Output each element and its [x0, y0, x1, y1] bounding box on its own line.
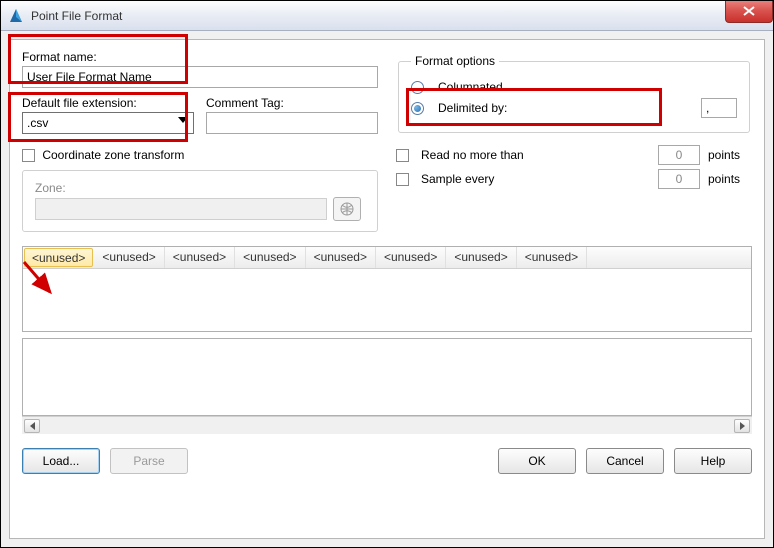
delimiter-input[interactable] — [701, 98, 737, 118]
coord-zone-label: Coordinate zone transform — [42, 148, 184, 162]
coord-zone-check-row: Coordinate zone transform — [22, 148, 378, 162]
dialog-window: Point File Format Format name: Default f… — [0, 0, 774, 548]
column-header[interactable]: <unused> — [376, 247, 446, 268]
columnated-row: Columnated — [411, 80, 737, 94]
scroll-left-button[interactable] — [24, 419, 40, 433]
zone-browse-button — [333, 197, 361, 221]
cancel-button[interactable]: Cancel — [586, 448, 664, 474]
column-header[interactable]: <unused> — [446, 247, 516, 268]
read-no-more-row: Read no more than points — [396, 145, 752, 165]
load-button[interactable]: Load... — [22, 448, 100, 474]
titlebar[interactable]: Point File Format — [1, 1, 773, 31]
format-name-input[interactable] — [22, 66, 378, 88]
zone-fieldset: Zone: — [22, 170, 378, 232]
delimited-row: Delimited by: — [411, 98, 737, 118]
window-title: Point File Format — [31, 9, 725, 23]
comment-tag-input[interactable] — [206, 112, 378, 134]
points-label-2: points — [708, 172, 752, 186]
format-options-legend: Format options — [411, 54, 499, 68]
sample-every-checkbox[interactable] — [396, 173, 409, 186]
sample-every-label: Sample every — [421, 172, 494, 186]
close-icon — [743, 6, 755, 16]
globe-icon — [340, 202, 354, 216]
comment-tag-label: Comment Tag: — [206, 96, 378, 110]
default-ext-label: Default file extension: — [22, 96, 194, 110]
right-panel: Format options Columnated Delimited by: — [396, 50, 752, 232]
triangle-right-icon — [740, 422, 745, 430]
parse-button: Parse — [110, 448, 188, 474]
sample-every-row: Sample every points — [396, 169, 752, 189]
column-header[interactable]: <unused> — [235, 247, 305, 268]
column-header[interactable]: <unused> — [306, 247, 376, 268]
zone-input — [35, 198, 327, 220]
zone-label: Zone: — [35, 181, 66, 195]
left-panel: Format name: Default file extension: Com… — [22, 50, 378, 232]
format-name-label: Format name: — [22, 50, 378, 64]
column-header[interactable]: <unused> — [94, 247, 164, 268]
default-ext-combo[interactable] — [22, 112, 194, 134]
column-header[interactable]: <unused> — [165, 247, 235, 268]
triangle-left-icon — [30, 422, 35, 430]
delimited-label: Delimited by: — [438, 101, 507, 115]
columns-table: <unused><unused><unused><unused><unused>… — [22, 246, 752, 332]
columnated-radio[interactable] — [411, 81, 424, 94]
column-header[interactable]: <unused> — [517, 247, 587, 268]
button-bar: Load... Parse OK Cancel Help — [22, 448, 752, 474]
help-button[interactable]: Help — [674, 448, 752, 474]
points-label-1: points — [708, 148, 752, 162]
horizontal-scrollbar[interactable] — [22, 416, 752, 434]
delimited-radio[interactable] — [411, 102, 424, 115]
default-ext-input[interactable] — [22, 112, 194, 134]
dialog-content: Format name: Default file extension: Com… — [9, 39, 765, 539]
read-no-more-label: Read no more than — [421, 148, 524, 162]
scroll-right-button[interactable] — [734, 419, 750, 433]
read-no-more-input[interactable] — [658, 145, 700, 165]
app-icon — [7, 7, 25, 25]
coord-zone-checkbox[interactable] — [22, 149, 35, 162]
columnated-label: Columnated — [438, 80, 503, 94]
sample-every-input[interactable] — [658, 169, 700, 189]
close-button[interactable] — [725, 1, 773, 23]
column-header[interactable]: <unused> — [24, 248, 93, 267]
format-options-group: Format options Columnated Delimited by: — [398, 54, 750, 133]
column-headers-row: <unused><unused><unused><unused><unused>… — [23, 247, 751, 269]
preview-area — [22, 338, 752, 416]
chevron-down-icon — [178, 117, 188, 123]
read-no-more-checkbox[interactable] — [396, 149, 409, 162]
ok-button[interactable]: OK — [498, 448, 576, 474]
